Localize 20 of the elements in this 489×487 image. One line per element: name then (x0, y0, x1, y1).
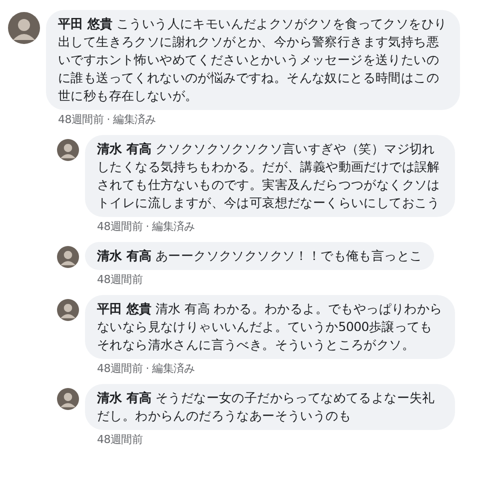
comment-text: 平田 悠貴 清水 有高 わかる。わかるよ。でもやっぱりわからないなら見なけりゃいいんだよ。ていうか5000歩譲ってもそれなら清水さんに言うべき。そういうところがクソ。 (97, 300, 443, 354)
avatar-icon[interactable] (57, 299, 79, 321)
comment-meta: 48週間前 · 編集済み (96, 220, 195, 234)
author-name[interactable]: 清水 有高 (97, 248, 152, 263)
author-name[interactable]: 平田 悠貴 (97, 301, 152, 316)
comment-meta: 48週間前 · 編集済み (57, 113, 156, 127)
avatar-icon[interactable] (57, 139, 79, 161)
avatar-icon[interactable] (57, 246, 79, 268)
comment-text: 清水 有高 そうだなー女の子だからってなめてるよなー失礼だし。わからんのだろうなあーそういうのも (97, 389, 436, 425)
comment-meta: 48週間前 (96, 433, 142, 447)
comment-text: 平田 悠貴 こういう人にキモいんだよクソがクソを食ってクソをひり出して生きろクソに謝れクソがとか、今から警察行きます気持ち悪いですホント怖いやめてくださいとかいうメッセージを送りたいのに誰も送ってくれないのが悩みですね。そんな奴にとる時間はこの世に秒も存在しないが。 (58, 15, 448, 105)
comment-text: 清水 有高 クソクソクソクソクソ言いすぎや（笑）マジ切れしたくなる気持ちもわかる。だが、講義や動画だけでは誤解されても仕方ないものです。実害及んだらつつがなくクソはトイレに流しますが、今は可哀想だなーくらいにしておこう (97, 140, 441, 212)
author-name[interactable]: 清水 有高 (97, 390, 152, 405)
author-name[interactable]: 清水 有高 (97, 141, 152, 156)
comment-meta: 48週間前 · 編集済み (96, 362, 195, 376)
author-name[interactable]: 平田 悠貴 (58, 16, 113, 31)
avatar-icon[interactable] (57, 388, 79, 410)
avatar-icon[interactable] (8, 12, 40, 44)
comment-text: 清水 有高 あーークソクソクソクソ！！でも俺も言っとこ (97, 247, 422, 265)
comment-meta: 48週間前 (96, 273, 142, 287)
